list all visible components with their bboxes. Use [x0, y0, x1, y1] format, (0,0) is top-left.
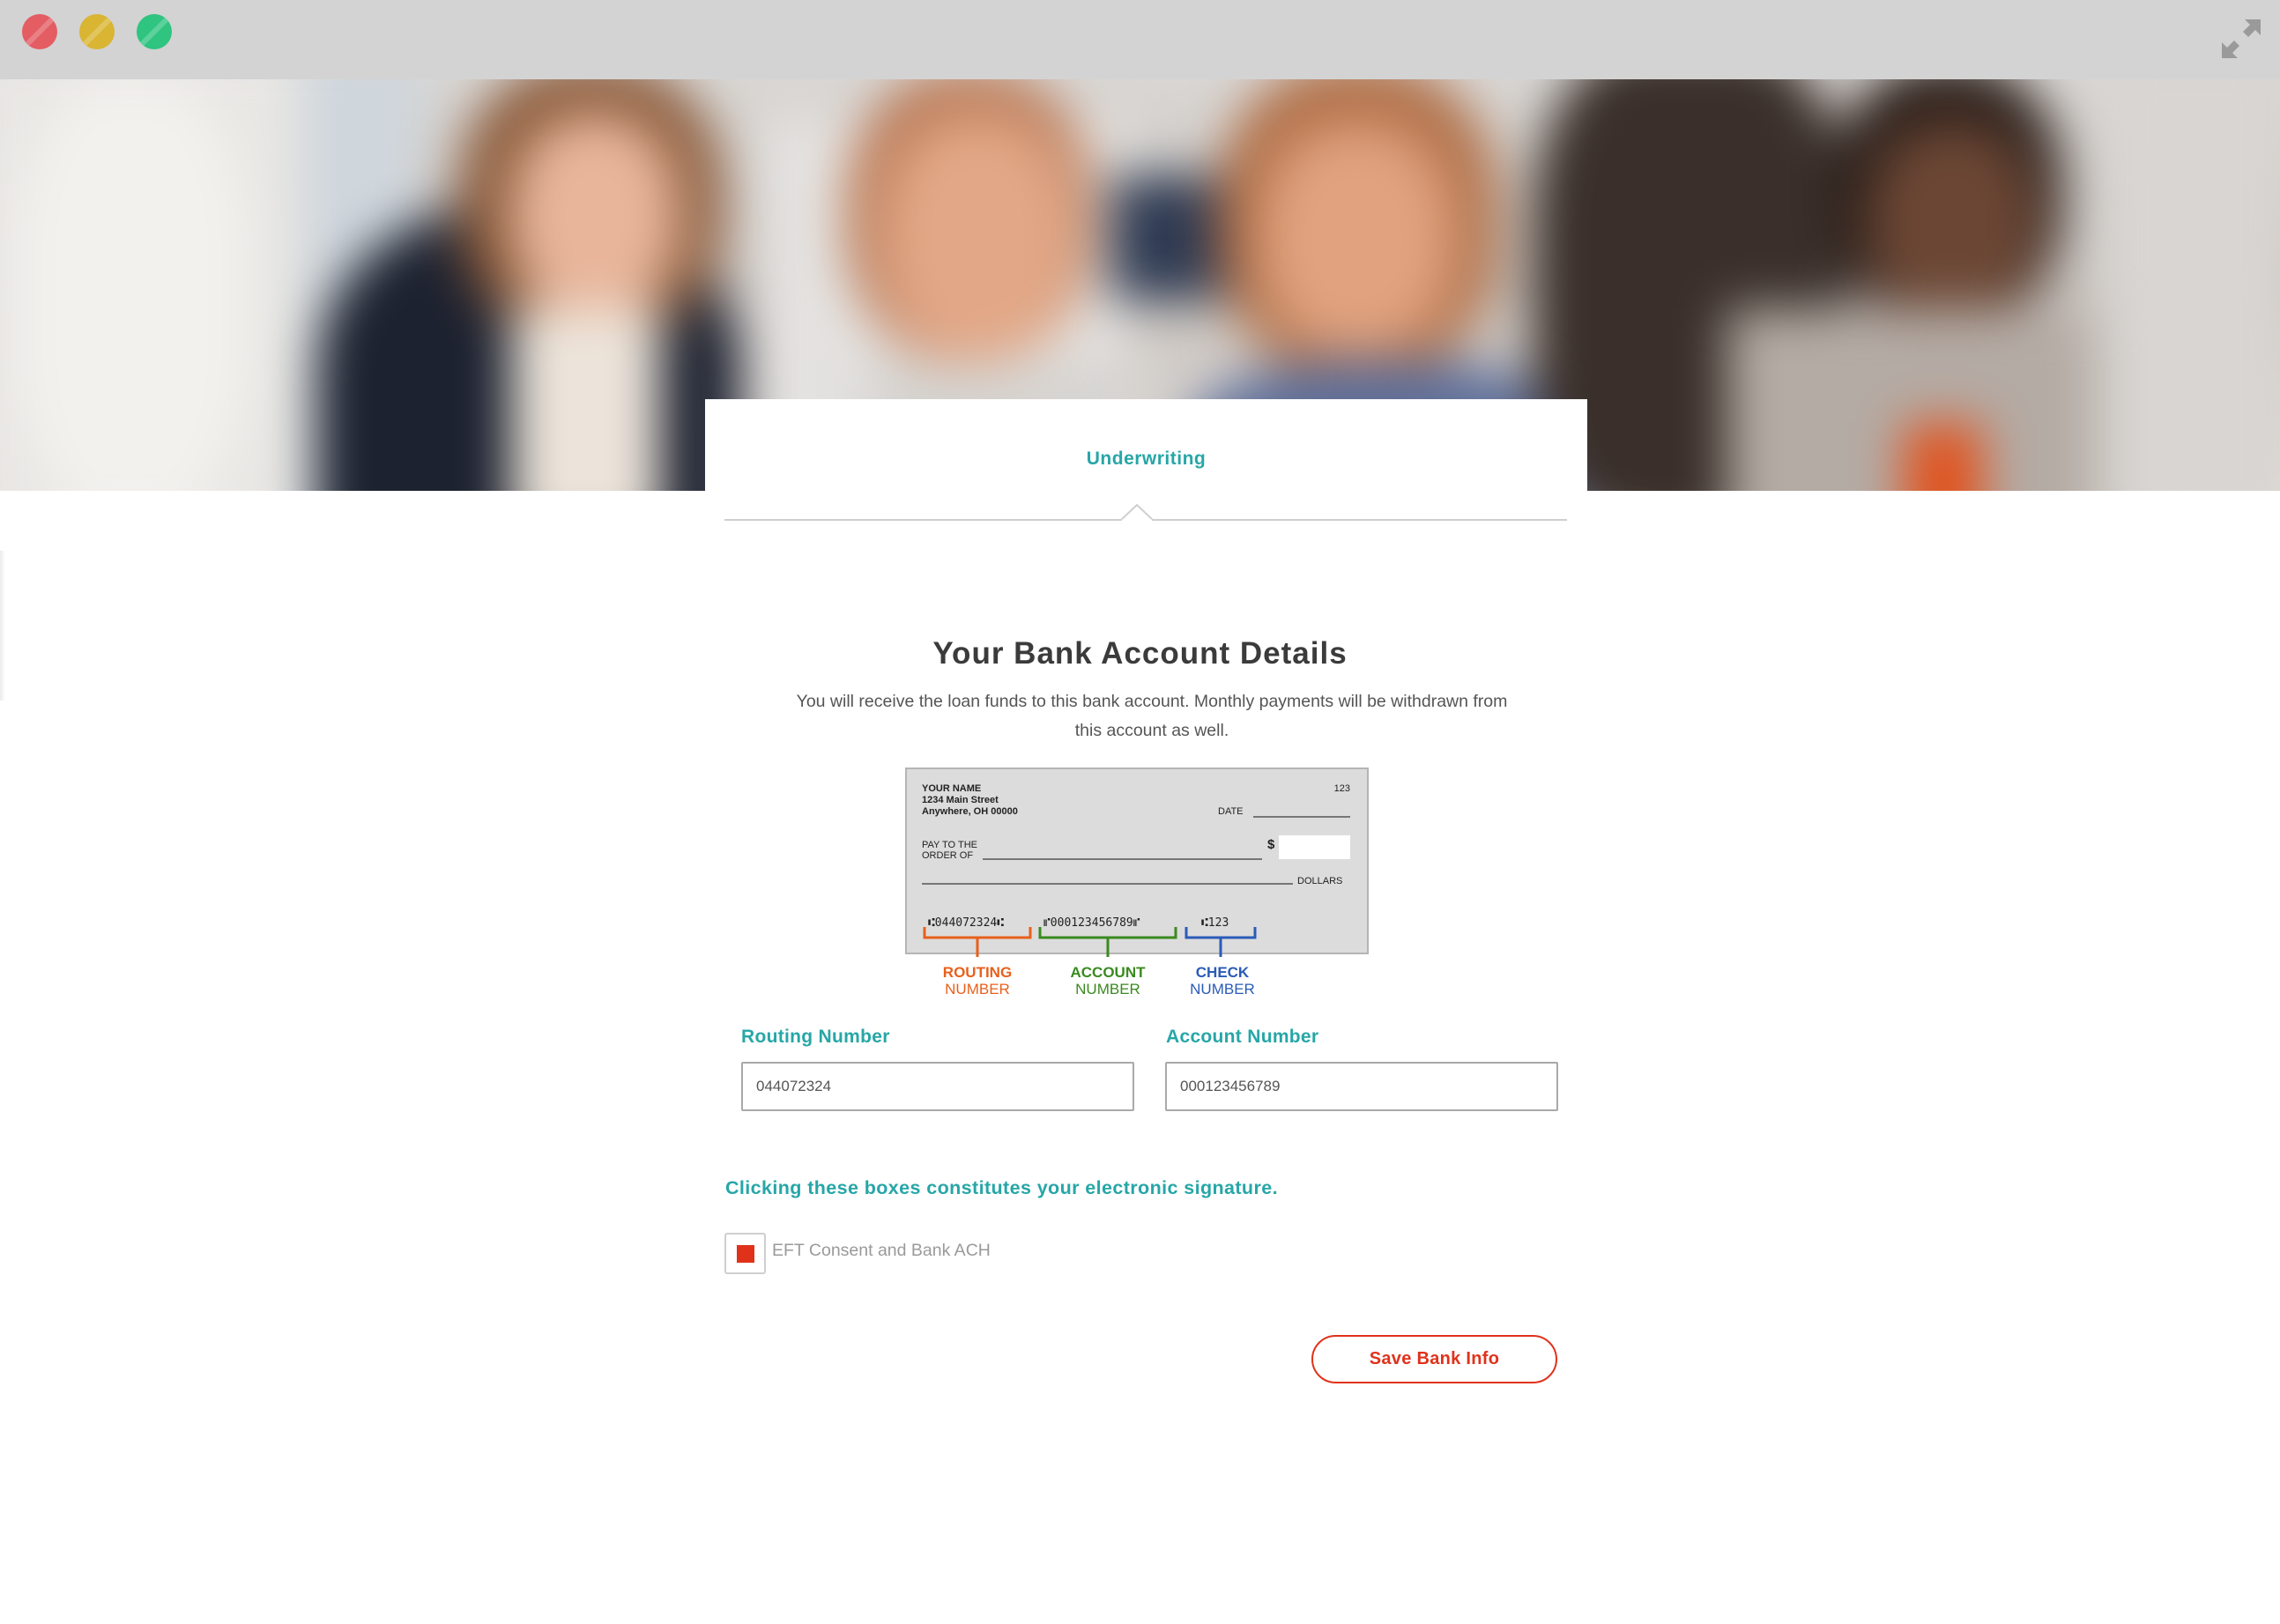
- page-description: You will receive the loan funds to this …: [796, 692, 1508, 740]
- close-window-button[interactable]: [22, 14, 57, 49]
- expand-arrows-icon[interactable]: [2218, 16, 2264, 62]
- page-title: Your Bank Account Details: [932, 636, 1348, 671]
- check-pay-to-1: PAY TO THE: [922, 840, 977, 850]
- check-number-top: 123: [1334, 783, 1350, 794]
- check-name: YOUR NAME: [922, 783, 981, 794]
- account-caption-2: NUMBER: [1075, 981, 1140, 997]
- minimize-window-button[interactable]: [79, 14, 115, 49]
- account-number-label: Account Number: [1166, 1027, 1319, 1047]
- zoom-window-button[interactable]: [137, 14, 172, 49]
- check-street: 1234 Main Street: [922, 795, 999, 805]
- step-pointer-icon: [1121, 503, 1153, 521]
- check-caption-1: CHECK: [1196, 964, 1250, 981]
- save-bank-info-button[interactable]: Save Bank Info: [1311, 1335, 1557, 1383]
- check-dollars-label: DOLLARS: [1297, 876, 1342, 886]
- check-city: Anywhere, OH 00000: [922, 806, 1018, 817]
- step-header: Underwriting: [705, 399, 1587, 523]
- check-dollar-sign: $: [1267, 837, 1275, 852]
- window-titlebar: [0, 0, 2280, 79]
- check-micr-check: ⑆123: [1201, 916, 1229, 930]
- check-micr-routing: ⑆044072324⑆: [928, 916, 1004, 930]
- account-number-input[interactable]: [1165, 1062, 1558, 1111]
- left-edge-shadow: [0, 551, 5, 701]
- signature-note: Clicking these boxes constitutes your el…: [725, 1177, 1278, 1198]
- eft-consent-checkbox[interactable]: [724, 1233, 766, 1274]
- account-caption-1: ACCOUNT: [1071, 964, 1147, 981]
- checkbox-marker: [737, 1245, 754, 1263]
- check-illustration: YOUR NAME 1234 Main Street Anywhere, OH …: [905, 768, 1369, 997]
- check-caption-2: NUMBER: [1190, 981, 1255, 997]
- eft-consent-label[interactable]: EFT Consent and Bank ACH: [772, 1241, 991, 1261]
- check-date-label: DATE: [1218, 806, 1244, 817]
- routing-number-label: Routing Number: [741, 1027, 890, 1047]
- step-label-underwriting: Underwriting: [1086, 449, 1207, 469]
- routing-caption-1: ROUTING: [943, 964, 1012, 981]
- routing-caption-2: NUMBER: [945, 981, 1010, 997]
- routing-number-input[interactable]: [741, 1062, 1134, 1111]
- check-micr-account: ⑈000123456789⑈: [1043, 916, 1140, 930]
- check-pay-to-2: ORDER OF: [922, 850, 973, 861]
